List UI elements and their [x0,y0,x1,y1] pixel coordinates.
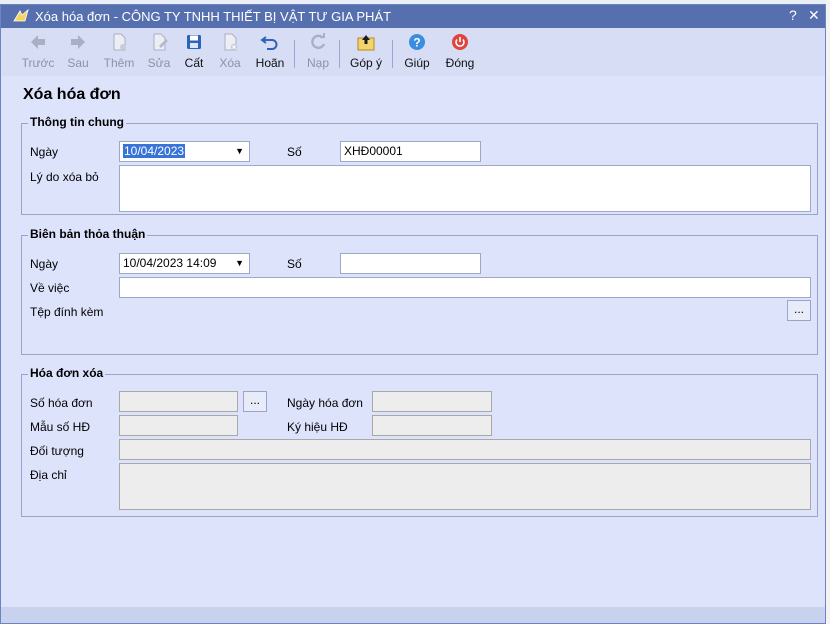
power-icon [452,34,468,50]
page-title: Xóa hóa đơn [23,86,121,103]
template-label: Mẫu số HĐ [30,420,91,434]
app-logo-icon [13,9,29,22]
close-title-button[interactable]: ✕ [808,7,820,24]
arrow-right-icon [71,35,85,49]
floppy-disk-icon [187,35,201,49]
general-date-value: 10/04/2023 [123,144,186,158]
feedback-button[interactable]: Góp ý [349,32,383,74]
refresh-icon [311,33,326,50]
help-button[interactable]: ? Giúp [403,32,431,74]
new-document-icon [113,33,126,51]
general-date-label: Ngày [30,145,59,159]
agreement-number-field[interactable] [340,253,481,274]
feedback-upload-icon [357,35,375,51]
back-button[interactable]: Trước [21,32,55,74]
undo-icon [260,36,278,50]
agreement-date-value: 10/04/2023 14:09 [123,256,217,270]
general-number-field[interactable]: XHĐ00001 [340,141,481,162]
template-field[interactable] [119,415,238,436]
arrow-left-icon [31,35,45,49]
agreement-title: Biên bản thỏa thuận [28,227,148,241]
next-button[interactable]: Sau [65,32,91,74]
dropdown-arrow-icon[interactable]: ▼ [235,254,244,273]
invoice-no-label: Số hóa đơn [30,396,93,410]
window-title: Xóa hóa đơn - CÔNG TY TNHH THIẾT BỊ VẬT … [35,9,392,24]
general-info-group: Thông tin chung Ngày 10/04/2023 ▼ Số XHĐ… [21,115,818,215]
edit-document-icon [153,33,168,51]
dropdown-arrow-icon[interactable]: ▼ [235,142,244,161]
attachment-browse-button[interactable]: ... [787,300,811,321]
help-title-button[interactable]: ? [789,7,797,23]
agreement-date-combo[interactable]: 10/04/2023 14:09 ▼ [119,253,250,274]
toolbar-separator [392,40,393,68]
series-label: Ký hiệu HĐ [287,420,348,434]
svg-text:?: ? [413,36,420,50]
help-circle-icon: ? [409,34,425,50]
customer-label: Đối tượng [30,444,84,458]
reason-label: Lý do xóa bỏ [30,170,99,184]
add-button[interactable]: Thêm [102,32,136,74]
agreement-date-label: Ngày [30,257,59,271]
subject-field[interactable] [119,277,811,298]
save-button[interactable]: Cất [182,32,206,74]
delete-invoice-dialog: Xóa hóa đơn - CÔNG TY TNHH THIẾT BỊ VẬT … [0,4,826,624]
toolbar-separator [294,40,295,68]
delete-button[interactable]: Xóa [217,32,243,74]
customer-field[interactable] [119,439,811,460]
close-button[interactable]: Đóng [444,32,476,74]
invoice-date-label: Ngày hóa đơn [287,396,363,410]
deleted-invoice-title: Hóa đơn xóa [28,366,106,380]
subject-label: Về việc [30,281,70,295]
toolbar-separator [339,40,340,68]
attachment-label: Tệp đính kèm [30,305,104,319]
reason-textarea[interactable] [119,165,811,212]
invoice-no-browse-button[interactable]: ... [243,391,267,412]
background-app-edge [826,0,830,624]
address-field[interactable] [119,463,811,510]
address-label: Địa chỉ [30,468,67,482]
general-date-combo[interactable]: 10/04/2023 ▼ [119,141,250,162]
reload-button[interactable]: Nạp [305,32,331,74]
invoice-no-field[interactable] [119,391,238,412]
general-number-label: Số [287,145,302,159]
undo-button[interactable]: Hoãn [254,32,286,74]
general-info-title: Thông tin chung [28,115,126,129]
series-field[interactable] [372,415,492,436]
delete-document-icon [224,33,238,51]
edit-button[interactable]: Sửa [146,32,172,74]
toolbar: Trước Sau Thêm Sửa Cất Xóa Hoãn Nạp Góp … [1,28,825,76]
status-bar [1,607,825,623]
agreement-group: Biên bản thỏa thuận Ngày 10/04/2023 14:0… [21,227,818,355]
agreement-number-label: Số [287,257,302,271]
title-bar: Xóa hóa đơn - CÔNG TY TNHH THIẾT BỊ VẬT … [1,5,825,28]
deleted-invoice-group: Hóa đơn xóa Số hóa đơn ... Ngày hóa đơn … [21,366,818,517]
invoice-date-field[interactable] [372,391,492,412]
